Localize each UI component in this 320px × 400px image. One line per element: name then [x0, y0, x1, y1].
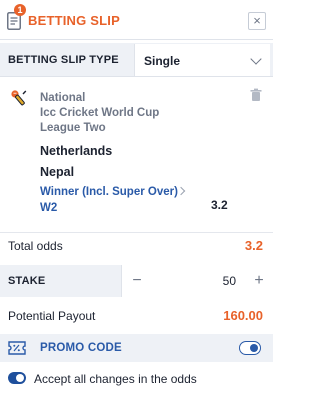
- potential-payout-label: Potential Payout: [8, 309, 96, 323]
- slip-count-badge: 1: [14, 4, 26, 16]
- slip-type-select[interactable]: Single: [134, 44, 270, 76]
- selection-name: W2: [40, 202, 58, 214]
- toggle-knob: [16, 374, 24, 382]
- bet-odds: 3.2: [211, 198, 228, 212]
- team-home: Netherlands: [40, 144, 113, 158]
- potential-payout-value: 160.00: [223, 308, 263, 323]
- stake-row: STAKE − +: [0, 265, 273, 297]
- promo-code-label: PROMO CODE: [40, 342, 122, 354]
- stake-increase-button[interactable]: +: [250, 271, 268, 291]
- slip-type-label: BETTING SLIP TYPE: [8, 54, 119, 66]
- slip-type-value: Single: [144, 54, 181, 68]
- accept-changes-toggle[interactable]: [8, 372, 26, 384]
- competition-name: National Icc Cricket World Cup League Tw…: [40, 91, 240, 136]
- competition-line: League Two: [40, 122, 106, 134]
- total-odds-value: 3.2: [244, 238, 263, 253]
- team-away: Nepal: [40, 165, 75, 179]
- slip-type-row: BETTING SLIP TYPE Single: [0, 43, 273, 77]
- chevron-down-icon: [250, 53, 262, 65]
- slip-title: BETTING SLIP: [28, 13, 120, 28]
- competition-line: National: [40, 92, 86, 104]
- toggle-knob: [250, 343, 258, 352]
- trash-icon[interactable]: [249, 88, 263, 102]
- stake-decrease-button[interactable]: −: [128, 271, 146, 291]
- market-name[interactable]: Winner (Incl. Super Over): [40, 186, 178, 198]
- accept-changes-label: Accept all changes in the odds: [34, 372, 197, 386]
- cricket-icon: [11, 90, 27, 106]
- bet-item: National Icc Cricket World Cup League Tw…: [0, 82, 273, 232]
- stake-stepper: − +: [121, 265, 273, 297]
- stake-input[interactable]: [162, 271, 242, 291]
- competition-line: Icc Cricket World Cup: [40, 107, 160, 119]
- promo-code-row[interactable]: PROMO CODE: [0, 334, 273, 362]
- stake-label: STAKE: [8, 275, 46, 287]
- total-odds-label: Total odds: [8, 239, 63, 253]
- divider: [0, 232, 273, 233]
- ticket-icon: [8, 341, 26, 355]
- chevron-right-icon: [176, 186, 186, 196]
- slip-header: 1 BETTING SLIP ×: [0, 0, 273, 40]
- close-button[interactable]: ×: [248, 12, 266, 30]
- promo-code-toggle[interactable]: [239, 341, 261, 355]
